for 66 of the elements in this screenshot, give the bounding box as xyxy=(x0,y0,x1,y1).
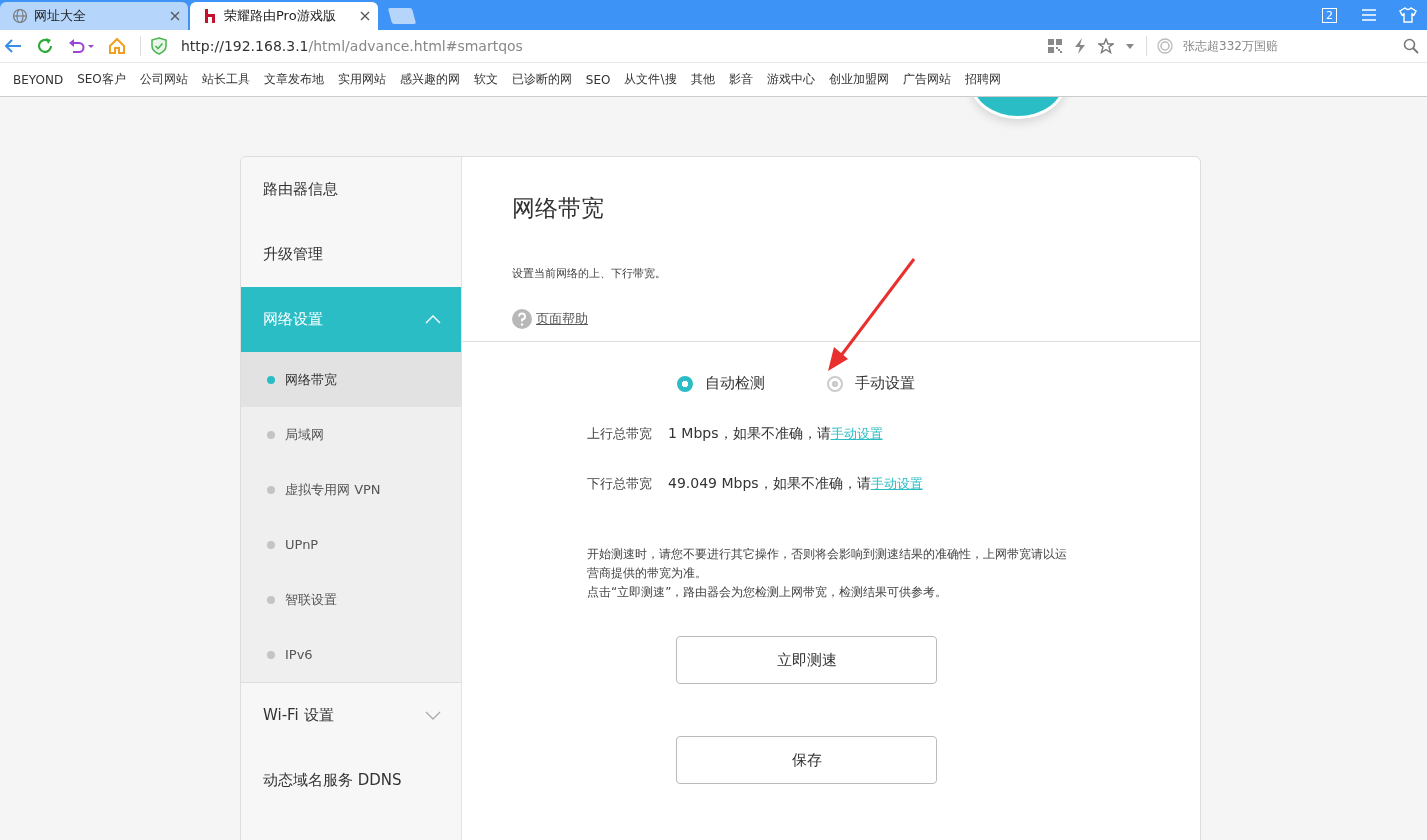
undo-icon[interactable] xyxy=(68,38,94,54)
shield-icon xyxy=(151,37,167,55)
sidebar-item[interactable]: 动态域名服务 DDNS xyxy=(241,748,461,813)
submenu-item[interactable]: 网络带宽 xyxy=(241,352,461,407)
qr-code-icon[interactable] xyxy=(1048,39,1062,53)
bookmark-link[interactable]: 广告网站 xyxy=(895,71,958,88)
radio-button[interactable] xyxy=(827,375,843,392)
search-engine-icon xyxy=(1157,38,1173,54)
bookmark-link[interactable]: SEO客户 xyxy=(70,71,133,88)
submenu-item[interactable]: UPnP xyxy=(241,517,461,572)
address-field[interactable]: http://192.168.3.1/html/advance.html#smartqos xyxy=(181,38,1048,54)
shirt-icon[interactable] xyxy=(1399,7,1417,23)
search-icon[interactable] xyxy=(1403,38,1419,54)
bookmark-link[interactable]: 站长工具 xyxy=(194,71,257,88)
close-icon[interactable] xyxy=(170,11,180,21)
bookmark-link[interactable]: 公司网站 xyxy=(132,71,195,88)
bookmark-link[interactable]: 其他 xyxy=(683,71,722,88)
bookmark-link[interactable]: 文章发布地 xyxy=(256,71,331,88)
home-icon[interactable] xyxy=(108,37,126,55)
radio-option[interactable]: 手动设置 xyxy=(827,374,915,393)
sidebar-item[interactable]: 升级管理 xyxy=(241,222,461,287)
bookmark-link[interactable]: 游戏中心 xyxy=(759,71,822,88)
page-title: 网络带宽 xyxy=(512,194,605,223)
menu-icon[interactable] xyxy=(1361,8,1377,22)
reload-icon[interactable] xyxy=(36,37,54,55)
logo-icon xyxy=(202,8,218,24)
globe-icon xyxy=(12,8,28,24)
bookmark-link[interactable]: BEYOND xyxy=(6,72,71,87)
bandwidth-value: 1 Mbps，如果不准确，请手动设置 xyxy=(668,425,883,443)
bookmark-link[interactable]: 实用网站 xyxy=(330,71,393,88)
chevron-up-icon xyxy=(425,315,441,324)
browser-tab[interactable]: 网址大全 xyxy=(0,2,188,30)
bookmark-link[interactable]: SEO xyxy=(578,72,618,87)
submenu-item[interactable]: IPv6 xyxy=(241,627,461,682)
lightning-icon[interactable] xyxy=(1074,38,1086,54)
save-button[interactable]: 保存 xyxy=(676,736,937,784)
bookmark-link[interactable]: 影音 xyxy=(721,71,760,88)
page-description: 设置当前网络的上、下行带宽。 xyxy=(512,266,667,281)
bookmark-link[interactable]: 感兴趣的网 xyxy=(392,71,467,88)
bookmark-link[interactable]: 创业加盟网 xyxy=(821,71,896,88)
submenu-item[interactable]: 局域网 xyxy=(241,407,461,462)
radio-button[interactable] xyxy=(677,375,693,392)
sidebar-item[interactable]: Wi-Fi 设置 xyxy=(241,683,461,748)
bookmark-link[interactable]: 招聘网 xyxy=(957,71,1008,88)
bandwidth-value: 49.049 Mbps，如果不准确，请手动设置 xyxy=(668,475,923,493)
new-tab-button[interactable] xyxy=(387,8,417,24)
field-label: 下行总带宽 xyxy=(587,475,652,493)
bookmark-link[interactable]: 软文 xyxy=(466,71,505,88)
bookmark-link[interactable]: 已诊断的网 xyxy=(504,71,579,88)
back-icon[interactable] xyxy=(4,38,22,54)
star-icon[interactable] xyxy=(1098,38,1114,54)
browser-tab[interactable]: 荣耀路由Pro游戏版 xyxy=(190,2,378,30)
notice-text: 点击“立即测速”，路由器会为您检测上网带宽，检测结果可供参考。 xyxy=(587,584,949,601)
bookmark-link[interactable]: 从文件\搜 xyxy=(617,71,684,88)
help-link[interactable]: 页面帮助 xyxy=(536,310,588,328)
close-icon[interactable] xyxy=(360,11,370,21)
field-label: 上行总带宽 xyxy=(587,425,652,443)
notice-text: 开始测速时，请您不要进行其它操作，否则将会影响到测速结果的准确性，上网带宽请以运营商提供的带宽为准。 xyxy=(587,546,1067,582)
radio-option[interactable]: 自动检测 xyxy=(677,374,765,393)
help-icon[interactable] xyxy=(512,309,532,329)
sidebar-item[interactable]: 路由器信息 xyxy=(241,157,461,222)
caret-icon[interactable] xyxy=(1126,43,1134,49)
chevron-down-icon xyxy=(425,711,441,720)
submenu-item[interactable]: 智联设置 xyxy=(241,572,461,627)
speed-test-button[interactable]: 立即测速 xyxy=(676,636,937,684)
submenu-item[interactable]: 虚拟专用网 VPN xyxy=(241,462,461,517)
